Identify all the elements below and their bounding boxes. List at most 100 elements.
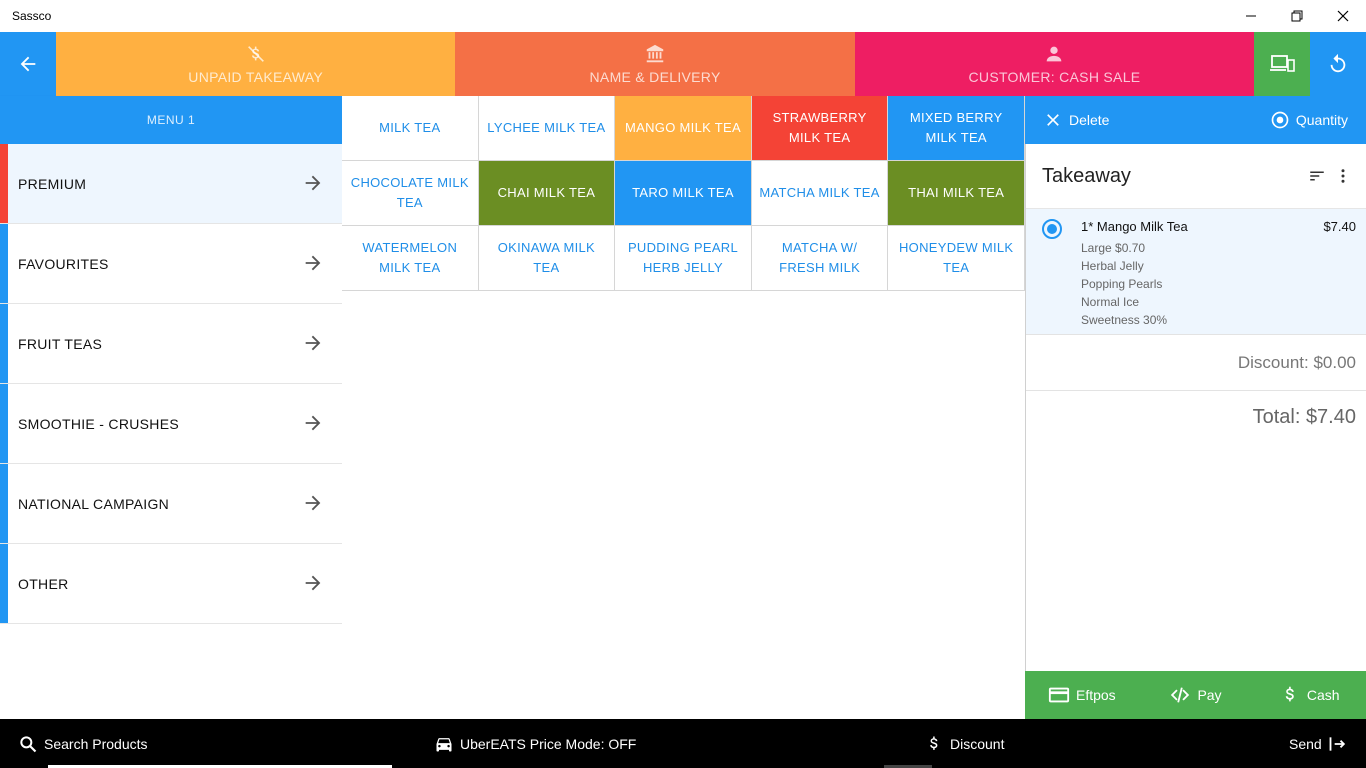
menu-header[interactable]: MENU 1 xyxy=(0,96,342,144)
order-title: Takeaway xyxy=(1042,164,1131,187)
order-panel: Takeaway 1* Mango Milk Tea $7.40 Large $… xyxy=(1025,144,1366,671)
category-favourites[interactable]: FAVOURITES xyxy=(0,224,342,304)
payment-bar: Eftpos Pay Cash xyxy=(1025,671,1366,719)
category-premium[interactable]: PREMIUM xyxy=(0,144,342,224)
pos-app: Sassco UNPAID TAKEAWAY NAME & DELIVERY C… xyxy=(0,0,1366,768)
radio-target-icon xyxy=(1271,111,1289,129)
ubereats-toggle[interactable]: UberEATS Price Mode: OFF xyxy=(434,719,636,768)
eftpos-label: Eftpos xyxy=(1075,687,1116,703)
product-tile[interactable]: PUDDING PEARL HERB JELLY xyxy=(615,226,752,291)
refresh-icon xyxy=(1330,53,1346,73)
eftpos-button[interactable]: Eftpos xyxy=(1025,684,1139,706)
tab-customer[interactable]: CUSTOMER: CASH SALE xyxy=(854,32,1255,96)
product-label: OKINAWA MILK TEA xyxy=(497,240,596,275)
minimize-icon xyxy=(1246,15,1256,17)
product-tile[interactable]: OKINAWA MILK TEA xyxy=(478,226,616,291)
devices-button[interactable] xyxy=(1254,32,1311,96)
arrow-left-icon xyxy=(20,56,36,72)
cash-button[interactable]: Cash xyxy=(1252,684,1366,706)
arrow-right-icon xyxy=(305,335,321,351)
category-smoothie-crushes[interactable]: SMOOTHIE - CRUSHES xyxy=(0,384,342,464)
tab-name-delivery[interactable]: NAME & DELIVERY xyxy=(455,32,855,96)
bank-icon xyxy=(646,44,664,63)
product-tile[interactable]: WATERMELON MILK TEA xyxy=(342,226,479,291)
back-button[interactable] xyxy=(0,32,56,96)
category-label: FAVOURITES xyxy=(18,255,109,272)
bottom-bar: Search Products UberEATS Price Mode: OFF… xyxy=(0,719,1366,768)
product-tile[interactable]: MANGO MILK TEA xyxy=(615,96,752,161)
product-tile[interactable]: MIXED BERRY MILK TEA xyxy=(888,96,1025,161)
refresh-button[interactable] xyxy=(1310,32,1366,96)
product-label: STRAWBERRY MILK TEA xyxy=(772,110,867,145)
product-label: LYCHEE MILK TEA xyxy=(487,120,606,135)
product-tile[interactable]: CHOCOLATE MILK TEA xyxy=(342,161,479,226)
product-tile[interactable]: HONEYDEW MILK TEA xyxy=(888,226,1025,291)
category-fruit-teas[interactable]: FRUIT TEAS xyxy=(0,304,342,384)
delete-label: Delete xyxy=(1069,112,1110,128)
product-label: MANGO MILK TEA xyxy=(625,120,741,135)
product-tile[interactable]: CHAI MILK TEA xyxy=(478,161,616,226)
product-tile[interactable]: MATCHA MILK TEA xyxy=(751,161,889,226)
arrow-right-icon xyxy=(305,415,321,431)
item-modifier: Large $0.70 xyxy=(1081,241,1146,255)
item-select-radio[interactable] xyxy=(1042,219,1062,239)
code-slash-icon xyxy=(1171,687,1190,703)
product-tile[interactable]: LYCHEE MILK TEA xyxy=(478,96,616,161)
ubereats-label: UberEATS Price Mode: OFF xyxy=(460,735,637,752)
send-exit-icon xyxy=(1329,736,1345,751)
item-modifiers: Large $0.70 Herbal Jelly Popping Pearls … xyxy=(1081,239,1167,329)
minimize-button[interactable] xyxy=(1228,0,1274,32)
dollar-icon xyxy=(1285,686,1294,702)
restore-button[interactable] xyxy=(1274,0,1320,32)
quantity-button[interactable]: Quantity xyxy=(1252,110,1366,130)
product-label: HONEYDEW MILK TEA xyxy=(898,240,1014,275)
credit-card-icon xyxy=(1048,687,1070,703)
order-line-item[interactable]: 1* Mango Milk Tea $7.40 Large $0.70 Herb… xyxy=(1026,209,1366,335)
menu-label: MENU 1 xyxy=(146,113,196,127)
order-toolbar: Delete Quantity xyxy=(1025,96,1366,144)
tab-unpaid-takeaway[interactable]: UNPAID TAKEAWAY xyxy=(55,32,456,96)
product-label: MATCHA W/ FRESH MILK xyxy=(779,240,861,275)
close-button[interactable] xyxy=(1320,0,1366,32)
item-name: 1* Mango Milk Tea xyxy=(1081,219,1188,234)
restore-icon xyxy=(1291,10,1303,22)
item-modifier: Normal Ice xyxy=(1081,295,1140,309)
category-label: OTHER xyxy=(18,575,69,592)
product-grid: MILK TEA LYCHEE MILK TEA MANGO MILK TEA STR… xyxy=(342,96,1025,291)
category-national-campaign[interactable]: NATIONAL CAMPAIGN xyxy=(0,464,342,544)
delete-button[interactable]: Delete xyxy=(1025,110,1127,130)
product-tile[interactable]: MATCHA W/ FRESH MILK xyxy=(751,226,889,291)
product-tile[interactable]: THAI MILK TEA xyxy=(888,161,1025,226)
send-button[interactable]: Send xyxy=(1289,719,1348,768)
discount-label: Discount xyxy=(950,735,1005,752)
arrow-right-icon xyxy=(305,175,321,191)
item-price: $7.40 xyxy=(1323,219,1356,234)
quantity-label: Quantity xyxy=(1295,112,1348,128)
product-label: CHOCOLATE MILK TEA xyxy=(350,175,469,210)
tab-customer-label: CUSTOMER: CASH SALE xyxy=(968,69,1141,85)
window-title: Sassco xyxy=(12,9,52,23)
product-tile[interactable]: TARO MILK TEA xyxy=(615,161,752,226)
category-label: PREMIUM xyxy=(18,175,87,192)
product-label: MILK TEA xyxy=(379,120,441,135)
total-summary: Total: $7.40 xyxy=(1252,405,1356,428)
sort-icon[interactable] xyxy=(1308,167,1326,185)
cash-label: Cash xyxy=(1306,687,1340,703)
product-tile[interactable]: STRAWBERRY MILK TEA xyxy=(751,96,889,161)
search-products-button[interactable]: Search Products xyxy=(18,719,148,768)
category-label: SMOOTHIE - CRUSHES xyxy=(18,415,179,432)
product-label: WATERMELON MILK TEA xyxy=(362,240,458,275)
close-icon xyxy=(1047,114,1059,126)
dollar-icon xyxy=(930,736,938,750)
pay-button[interactable]: Pay xyxy=(1139,684,1253,706)
discount-button[interactable]: Discount xyxy=(924,719,1004,768)
product-label: MATCHA MILK TEA xyxy=(759,185,880,200)
more-vert-icon[interactable] xyxy=(1334,167,1352,185)
item-modifier: Sweetness 30% xyxy=(1081,313,1168,327)
category-other[interactable]: OTHER xyxy=(0,544,342,624)
product-tile[interactable]: MILK TEA xyxy=(342,96,479,161)
order-tools xyxy=(1308,167,1352,185)
arrow-right-icon xyxy=(305,495,321,511)
product-label: MIXED BERRY MILK TEA xyxy=(909,110,1003,145)
send-label: Send xyxy=(1289,735,1322,752)
